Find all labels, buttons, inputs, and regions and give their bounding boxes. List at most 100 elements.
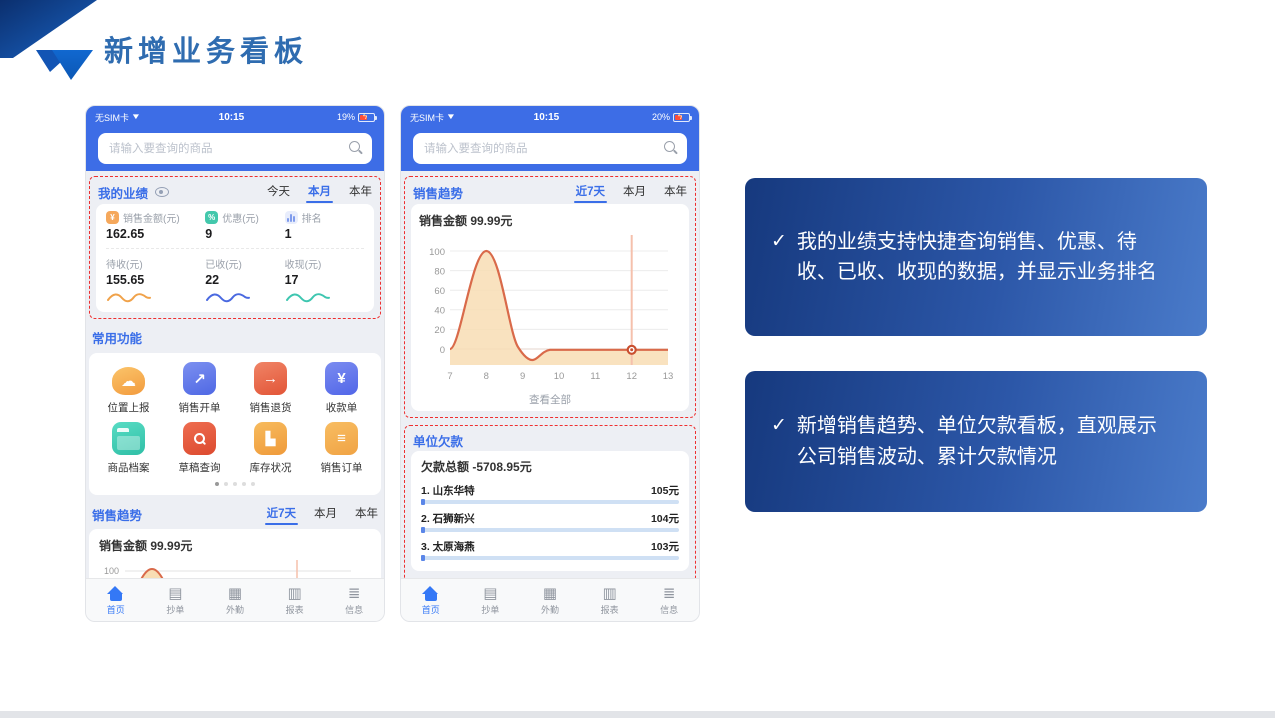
phone-body: 我的业绩 今天 本月 本年 ¥销售金额(元) 162.65 xyxy=(86,171,384,622)
tab-field-work[interactable]: ▦ 外勤 xyxy=(520,579,580,622)
tab-this-year[interactable]: 本年 xyxy=(355,505,378,524)
tab-this-year[interactable]: 本年 xyxy=(349,183,372,202)
svg-text:20: 20 xyxy=(434,325,445,336)
function-product-archive[interactable]: 商品档案 xyxy=(93,422,164,475)
svg-text:80: 80 xyxy=(434,267,445,278)
section-title-trend: 销售趋势 xyxy=(92,505,142,524)
section-title-performance: 我的业绩 xyxy=(98,183,148,202)
tab-this-month[interactable]: 本月 xyxy=(623,183,646,202)
check-icon: ✓ xyxy=(771,412,787,472)
slide: 新增业务看板 无SIM卡 ▼ 10:15 19% ϟ 我的业绩 xyxy=(0,0,1275,718)
discount-icon: % xyxy=(205,211,218,224)
briefcase-icon: ▦ xyxy=(228,586,242,601)
check-icon: ✓ xyxy=(771,228,787,288)
callout-text: 我的业绩支持快捷查询销售、优惠、待收、已收、收现的数据，并显示业务排名 xyxy=(797,227,1173,288)
tab-this-year[interactable]: 本年 xyxy=(664,183,687,202)
eye-icon[interactable] xyxy=(155,187,169,197)
tab-copy-orders[interactable]: ▤ 抄单 xyxy=(146,579,206,622)
stat-discount: %优惠(元) 9 xyxy=(205,210,284,241)
cloud-location-icon: ☁ xyxy=(112,367,145,395)
tab-messages[interactable]: ≣ 信息 xyxy=(324,579,384,622)
arrears-row: 2. 石狮新兴 104元 xyxy=(421,511,679,532)
arrears-row: 1. 山东华特 105元 xyxy=(421,483,679,504)
status-time: 10:15 xyxy=(126,112,337,123)
functions-card: ☁ 位置上报 ↗ 销售开单 → 销售退货 ¥ 收款单 xyxy=(89,353,381,495)
svg-text:0: 0 xyxy=(440,345,445,356)
function-sales-order-create[interactable]: ↗ 销售开单 xyxy=(164,362,235,415)
callout-text: 新增销售趋势、单位欠款看板，直观展示公司销售波动、累计欠款情况 xyxy=(797,411,1173,472)
carrier-label: 无SIM卡 xyxy=(95,111,129,124)
return-arrow-icon: → xyxy=(254,362,287,395)
arrears-row: 3. 太原海燕 103元 xyxy=(421,539,679,560)
search-input[interactable] xyxy=(98,133,372,164)
function-sales-order-list[interactable]: ≡ 销售订单 xyxy=(306,422,377,475)
svg-text:11: 11 xyxy=(590,371,600,382)
tab-home[interactable]: 首页 xyxy=(401,579,461,622)
svg-text:12: 12 xyxy=(626,371,637,382)
sparkline-orange xyxy=(106,290,152,304)
stat-received: 已收(元) 22 xyxy=(205,256,284,304)
callout-performance: ✓ 我的业绩支持快捷查询销售、优惠、待收、已收、收现的数据，并显示业务排名 xyxy=(745,178,1207,336)
report-icon: ▥ xyxy=(602,586,616,601)
arrears-name: 3. 太原海燕 xyxy=(421,539,475,553)
status-bar: 无SIM卡 ▼ 10:15 20% ϟ xyxy=(401,106,699,128)
copy-orders-icon: ▤ xyxy=(168,586,182,601)
bottom-tab-bar: 首页 ▤ 抄单 ▦ 外勤 ▥ 报表 ≣ 信息 xyxy=(401,578,699,622)
arrears-card: 欠款总额 -5708.95元 1. 山东华特 105元 2. 石狮新兴 104元 xyxy=(411,451,689,571)
rank-icon xyxy=(285,211,298,224)
function-location-report[interactable]: ☁ 位置上报 xyxy=(93,362,164,415)
svg-text:60: 60 xyxy=(434,286,445,297)
function-inventory-status[interactable]: ▙ 库存状况 xyxy=(235,422,306,475)
stacked-boxes-icon: ▙ xyxy=(254,422,287,455)
arrears-progress-bar xyxy=(421,556,679,560)
sales-amount-label: 销售金额 99.99元 xyxy=(419,212,681,229)
pagination-dots[interactable] xyxy=(93,482,377,486)
battery-percent: 19% xyxy=(337,112,355,122)
svg-text:100: 100 xyxy=(429,247,445,258)
tab-field-work[interactable]: ▦ 外勤 xyxy=(205,579,265,622)
tab-today[interactable]: 今天 xyxy=(267,183,290,202)
arrears-amount: 105元 xyxy=(651,483,679,497)
tab-reports[interactable]: ▥ 报表 xyxy=(265,579,325,622)
sparkline-teal xyxy=(285,290,331,304)
search-icon xyxy=(349,141,363,155)
drawer-icon: ≣ xyxy=(663,586,676,601)
slide-footer-bar xyxy=(0,711,1275,718)
carrier-label: 无SIM卡 xyxy=(410,111,444,124)
svg-text:7: 7 xyxy=(447,371,452,382)
function-sales-return[interactable]: → 销售退货 xyxy=(235,362,306,415)
svg-text:8: 8 xyxy=(484,371,489,382)
function-draft-query[interactable]: 草稿查询 xyxy=(164,422,235,475)
function-receipt[interactable]: ¥ 收款单 xyxy=(306,362,377,415)
performance-card: ¥销售金额(元) 162.65 %优惠(元) 9 排名 1 xyxy=(96,204,374,312)
sparkline-blue xyxy=(205,290,251,304)
drawer-icon: ≣ xyxy=(348,586,361,601)
tab-last-7-days[interactable]: 近7天 xyxy=(267,505,296,524)
report-icon: ▥ xyxy=(287,586,301,601)
arrears-name: 2. 石狮新兴 xyxy=(421,511,475,525)
svg-text:13: 13 xyxy=(663,371,674,382)
section-title-trend: 销售趋势 xyxy=(413,183,463,202)
tab-this-month[interactable]: 本月 xyxy=(314,505,337,524)
search-zone xyxy=(86,128,384,171)
stat-to-receive: 待收(元) 155.65 xyxy=(106,256,205,304)
view-all-link[interactable]: 查看全部 xyxy=(419,392,681,407)
page-title: 新增业务看板 xyxy=(104,28,308,70)
svg-text:10: 10 xyxy=(554,371,565,382)
svg-text:9: 9 xyxy=(520,371,525,382)
tab-reports[interactable]: ▥ 报表 xyxy=(580,579,640,622)
tab-messages[interactable]: ≣ 信息 xyxy=(639,579,699,622)
search-input[interactable] xyxy=(413,133,687,164)
status-time: 10:15 xyxy=(441,112,652,123)
section-title-functions: 常用功能 xyxy=(92,328,378,347)
sales-amount-icon: ¥ xyxy=(106,211,119,224)
phone-screenshot-home: 无SIM卡 ▼ 10:15 19% ϟ 我的业绩 今天 xyxy=(85,105,385,622)
folder-icon xyxy=(112,422,145,455)
tab-copy-orders[interactable]: ▤ 抄单 xyxy=(461,579,521,622)
stat-rank: 排名 1 xyxy=(285,210,364,241)
svg-text:100: 100 xyxy=(104,566,119,576)
tab-last-7-days[interactable]: 近7天 xyxy=(576,183,605,202)
stat-cash: 收现(元) 17 xyxy=(285,256,364,304)
tab-this-month[interactable]: 本月 xyxy=(308,183,331,202)
tab-home[interactable]: 首页 xyxy=(86,579,146,622)
